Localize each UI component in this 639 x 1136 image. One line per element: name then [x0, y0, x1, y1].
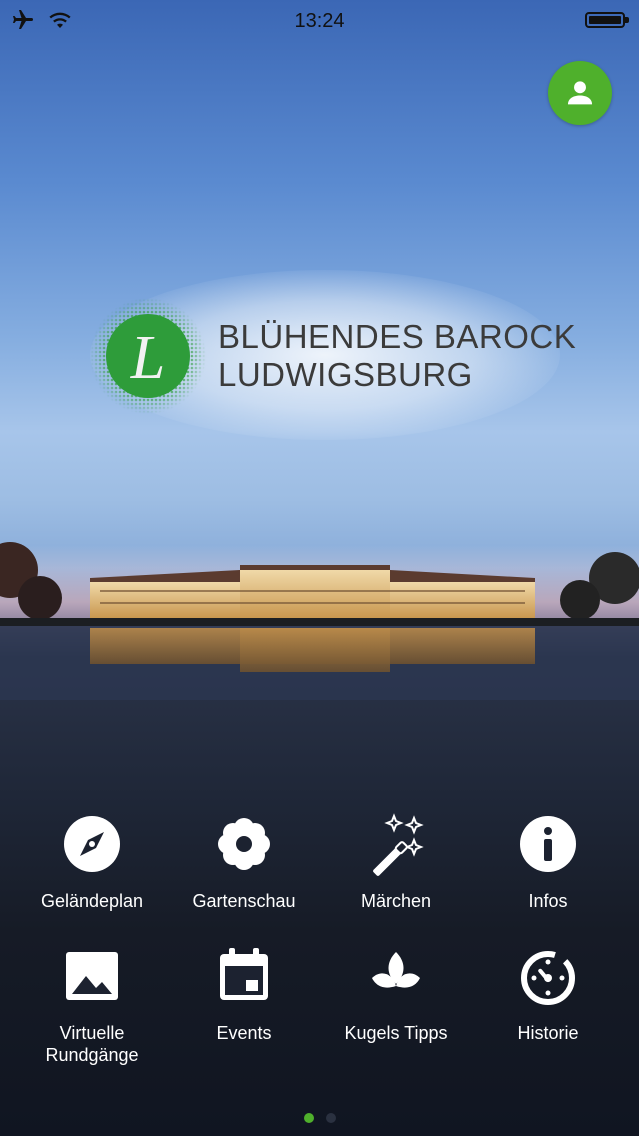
logo-line-2: LUDWIGSBURG	[218, 356, 473, 393]
compass-icon	[64, 816, 120, 872]
menu-item-historie[interactable]: Historie	[468, 944, 628, 1044]
menu-item-maerchen[interactable]: Märchen	[316, 812, 476, 912]
menu-label: Infos	[528, 891, 568, 911]
menu-label: Historie	[517, 1023, 579, 1043]
info-icon	[520, 816, 576, 872]
menu-label: Märchen	[360, 891, 432, 911]
flower-icon	[218, 818, 270, 870]
menu-item-virtuelle-rundgaenge[interactable]: Virtuelle Rundgänge	[12, 944, 172, 1066]
logo-emblem: L	[90, 298, 206, 414]
logo-line-1: BLÜHENDES BAROCK	[218, 318, 577, 355]
page-dot-active[interactable]	[303, 1113, 314, 1123]
calendar-icon	[220, 948, 268, 1000]
palace-photo	[0, 542, 639, 700]
history-icon	[521, 951, 575, 1005]
menu-item-infos[interactable]: Infos	[468, 812, 628, 912]
menu-item-kugels-tipps[interactable]: Kugels Tipps	[316, 944, 476, 1044]
menu-item-events[interactable]: Events	[164, 944, 324, 1044]
battery-icon	[585, 12, 629, 28]
menu-item-gelaendeplan[interactable]: Geländeplan	[12, 812, 172, 912]
leaf-icon	[372, 952, 420, 988]
menu-label: Kugels Tipps	[344, 1023, 448, 1043]
status-bar: 13:24	[0, 0, 639, 40]
menu-label: Geländeplan	[40, 891, 144, 911]
menu-label: Gartenschau	[192, 891, 296, 911]
page-indicator[interactable]	[0, 1110, 639, 1128]
menu-label: Virtuelle Rundgänge	[45, 1023, 139, 1065]
magic-wand-icon	[373, 813, 424, 876]
profile-button[interactable]	[548, 61, 612, 125]
logo-letter: L	[130, 324, 165, 392]
menu-item-gartenschau[interactable]: Gartenschau	[164, 812, 324, 912]
logo-wordmark: BLÜHENDES BAROCK LUDWIGSBURG	[218, 318, 576, 394]
image-icon	[66, 952, 118, 1000]
user-icon	[567, 81, 593, 105]
status-time: 13:24	[294, 10, 345, 32]
page-dot[interactable]	[325, 1113, 336, 1123]
menu-label: Events	[216, 1023, 272, 1043]
